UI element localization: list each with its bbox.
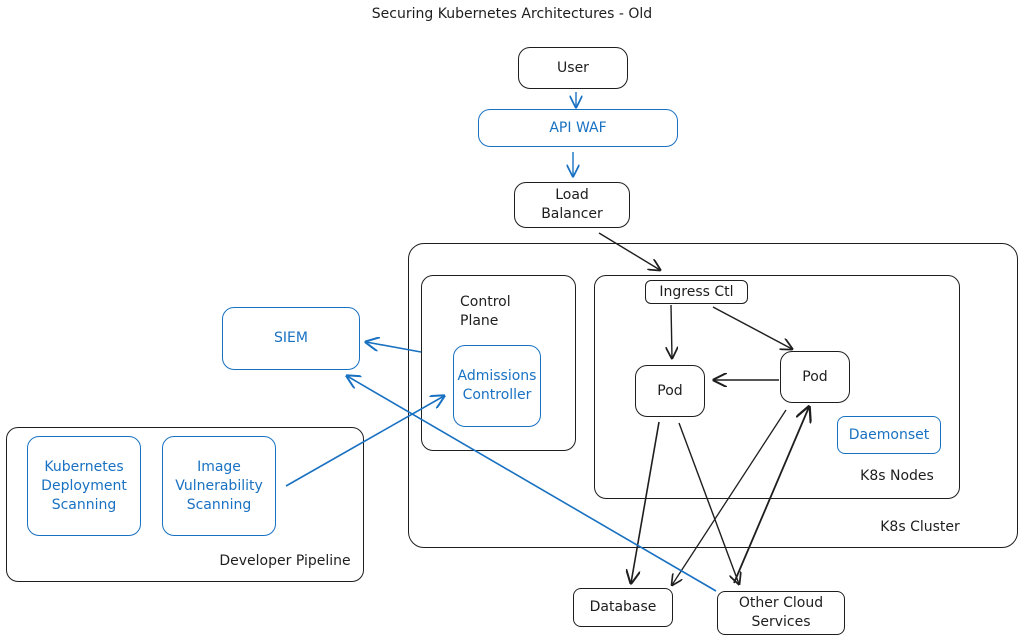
edge-ingress-to-pod-right	[712, 306, 792, 349]
edge-ingress-to-pod-left	[671, 304, 672, 358]
edge-control-plane-to-siem	[366, 342, 422, 353]
edge-pod-left-to-database	[631, 421, 660, 583]
edge-lb-to-nodes	[598, 232, 660, 270]
edge-other-cloud-to-siem	[347, 376, 717, 592]
edges-layer	[285, 92, 1024, 592]
edge-image-scan-to-admissions	[285, 396, 444, 487]
